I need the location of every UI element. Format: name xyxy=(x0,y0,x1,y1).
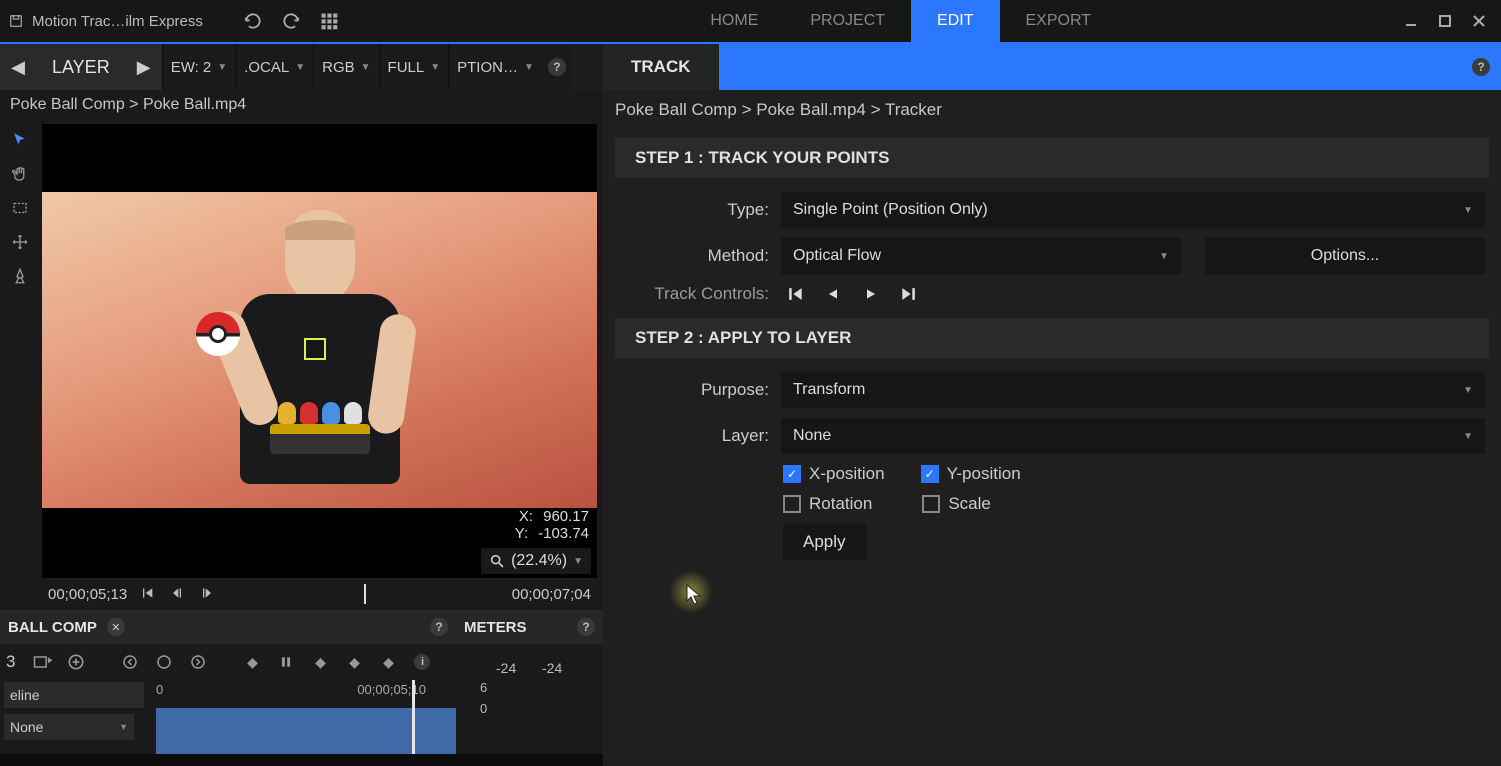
search-icon xyxy=(489,553,505,569)
dropdown-local[interactable]: .OCAL xyxy=(235,44,313,90)
layer-dropdown[interactable]: None xyxy=(781,418,1485,454)
step-fwd-icon[interactable] xyxy=(199,585,215,604)
track-controls-label: Track Controls: xyxy=(619,284,769,304)
close-icon[interactable] xyxy=(1465,7,1493,35)
viewer-breadcrumb: Poke Ball Comp > Poke Ball.mp4 xyxy=(0,90,603,120)
options-button[interactable]: Options... xyxy=(1205,238,1485,274)
composite-shot-icon[interactable] xyxy=(31,651,53,673)
track-back-icon[interactable] xyxy=(823,284,843,304)
track-forward-icon[interactable] xyxy=(861,284,881,304)
time-end: 00;00;07;04 xyxy=(512,586,591,603)
hand-tool-icon[interactable] xyxy=(6,160,34,188)
app-title: Motion Trac…ilm Express xyxy=(8,13,203,30)
method-label: Method: xyxy=(619,246,769,266)
time-current: 00;00;05;13 xyxy=(48,586,127,603)
poke-ball-graphic xyxy=(196,312,240,356)
diamond-3-icon[interactable]: ◆ xyxy=(343,651,365,673)
info-icon[interactable]: i xyxy=(411,651,433,673)
step-back-icon[interactable] xyxy=(169,585,185,604)
move-tool-icon[interactable] xyxy=(6,228,34,256)
maximize-icon[interactable] xyxy=(1431,7,1459,35)
layer-prev-icon[interactable]: ◀ xyxy=(0,44,36,90)
meters-display: -24 -24 60 xyxy=(456,644,603,754)
tab-project[interactable]: PROJECT xyxy=(784,0,911,43)
panel-label-layer: LAYER xyxy=(36,44,126,90)
layer-next-icon[interactable]: ▶ xyxy=(126,44,162,90)
dropdown-options[interactable]: PTION… xyxy=(448,44,542,90)
comp-panel-title: BALL COMP xyxy=(8,619,97,636)
meters-panel-title: METERS xyxy=(464,619,527,636)
comp-timeline[interactable]: None 0 00;00;05;10 xyxy=(0,680,456,754)
help-button-layer[interactable]: ? xyxy=(542,44,572,90)
check-y-position[interactable]: Y-position xyxy=(921,464,1021,484)
comp-page-number: 3 xyxy=(6,652,19,672)
diamond-4-icon[interactable]: ◆ xyxy=(377,651,399,673)
apply-button[interactable]: Apply xyxy=(783,524,866,560)
track-forward-fast-icon[interactable] xyxy=(899,284,919,304)
redo-icon[interactable] xyxy=(281,11,301,31)
track-breadcrumb: Poke Ball Comp > Poke Ball.mp4 > Tracker xyxy=(603,90,1501,134)
purpose-dropdown[interactable]: Transform xyxy=(781,372,1485,408)
type-label: Type: xyxy=(619,200,769,220)
dropdown-rgb[interactable]: RGB xyxy=(313,44,378,90)
coord-readout: X:960.17 Y:-103.74 xyxy=(515,508,589,542)
check-scale[interactable]: Scale xyxy=(922,494,991,514)
ruler-tick-mid: 00;00;05;10 xyxy=(357,682,426,697)
layer-label: Layer: xyxy=(619,426,769,446)
minimize-icon[interactable] xyxy=(1397,7,1425,35)
type-dropdown[interactable]: Single Point (Position Only) xyxy=(781,192,1485,228)
cursor-icon xyxy=(686,584,704,606)
timeline-playhead[interactable] xyxy=(412,680,415,754)
next-key-icon[interactable] xyxy=(187,651,209,673)
viewer-canvas[interactable]: X:960.17 Y:-103.74 (22.4%) xyxy=(42,124,597,578)
tracker-marker[interactable] xyxy=(304,338,326,360)
step1-header: STEP 1 : TRACK YOUR POINTS xyxy=(615,138,1489,178)
track-panel-tab[interactable]: TRACK xyxy=(603,44,719,90)
tab-home[interactable]: HOME xyxy=(684,0,784,43)
help-button-meters[interactable]: ? xyxy=(577,618,595,636)
pause-bars-icon[interactable] xyxy=(275,651,297,673)
cursor-highlight xyxy=(669,570,713,614)
dropdown-ew[interactable]: EW: 2 xyxy=(162,44,235,90)
track-back-fast-icon[interactable] xyxy=(785,284,805,304)
pen-tool-icon[interactable] xyxy=(6,262,34,290)
check-rotation[interactable]: Rotation xyxy=(783,494,872,514)
scrub-bar[interactable] xyxy=(227,584,500,604)
timeline-search-input[interactable] xyxy=(4,682,144,708)
help-button-comp[interactable]: ? xyxy=(430,618,448,636)
go-start-icon[interactable] xyxy=(139,585,155,604)
pointer-tool-icon[interactable] xyxy=(6,126,34,154)
undo-icon[interactable] xyxy=(243,11,263,31)
diamond-1-icon[interactable]: ◆ xyxy=(241,651,263,673)
close-tab-icon[interactable]: ✕ xyxy=(107,618,125,636)
prev-key-icon[interactable] xyxy=(119,651,141,673)
blend-mode-dropdown[interactable]: None xyxy=(4,714,134,740)
dropdown-full[interactable]: FULL xyxy=(379,44,449,90)
check-x-position[interactable]: X-position xyxy=(783,464,885,484)
purpose-label: Purpose: xyxy=(619,380,769,400)
step2-header: STEP 2 : APPLY TO LAYER xyxy=(615,318,1489,358)
key-icon[interactable] xyxy=(153,651,175,673)
zoom-dropdown[interactable]: (22.4%) xyxy=(481,548,591,574)
rect-select-tool-icon[interactable] xyxy=(6,194,34,222)
tab-export[interactable]: EXPORT xyxy=(1000,0,1118,43)
ruler-tick-0: 0 xyxy=(156,682,163,697)
tab-edit[interactable]: EDIT xyxy=(911,0,999,43)
save-icon xyxy=(8,13,24,29)
timeline-clip[interactable] xyxy=(156,708,456,754)
method-dropdown[interactable]: Optical Flow xyxy=(781,238,1181,274)
add-icon[interactable] xyxy=(65,651,87,673)
grid-icon[interactable] xyxy=(319,11,339,31)
help-button-track[interactable]: ? xyxy=(1461,44,1501,90)
diamond-2-icon[interactable]: ◆ xyxy=(309,651,331,673)
